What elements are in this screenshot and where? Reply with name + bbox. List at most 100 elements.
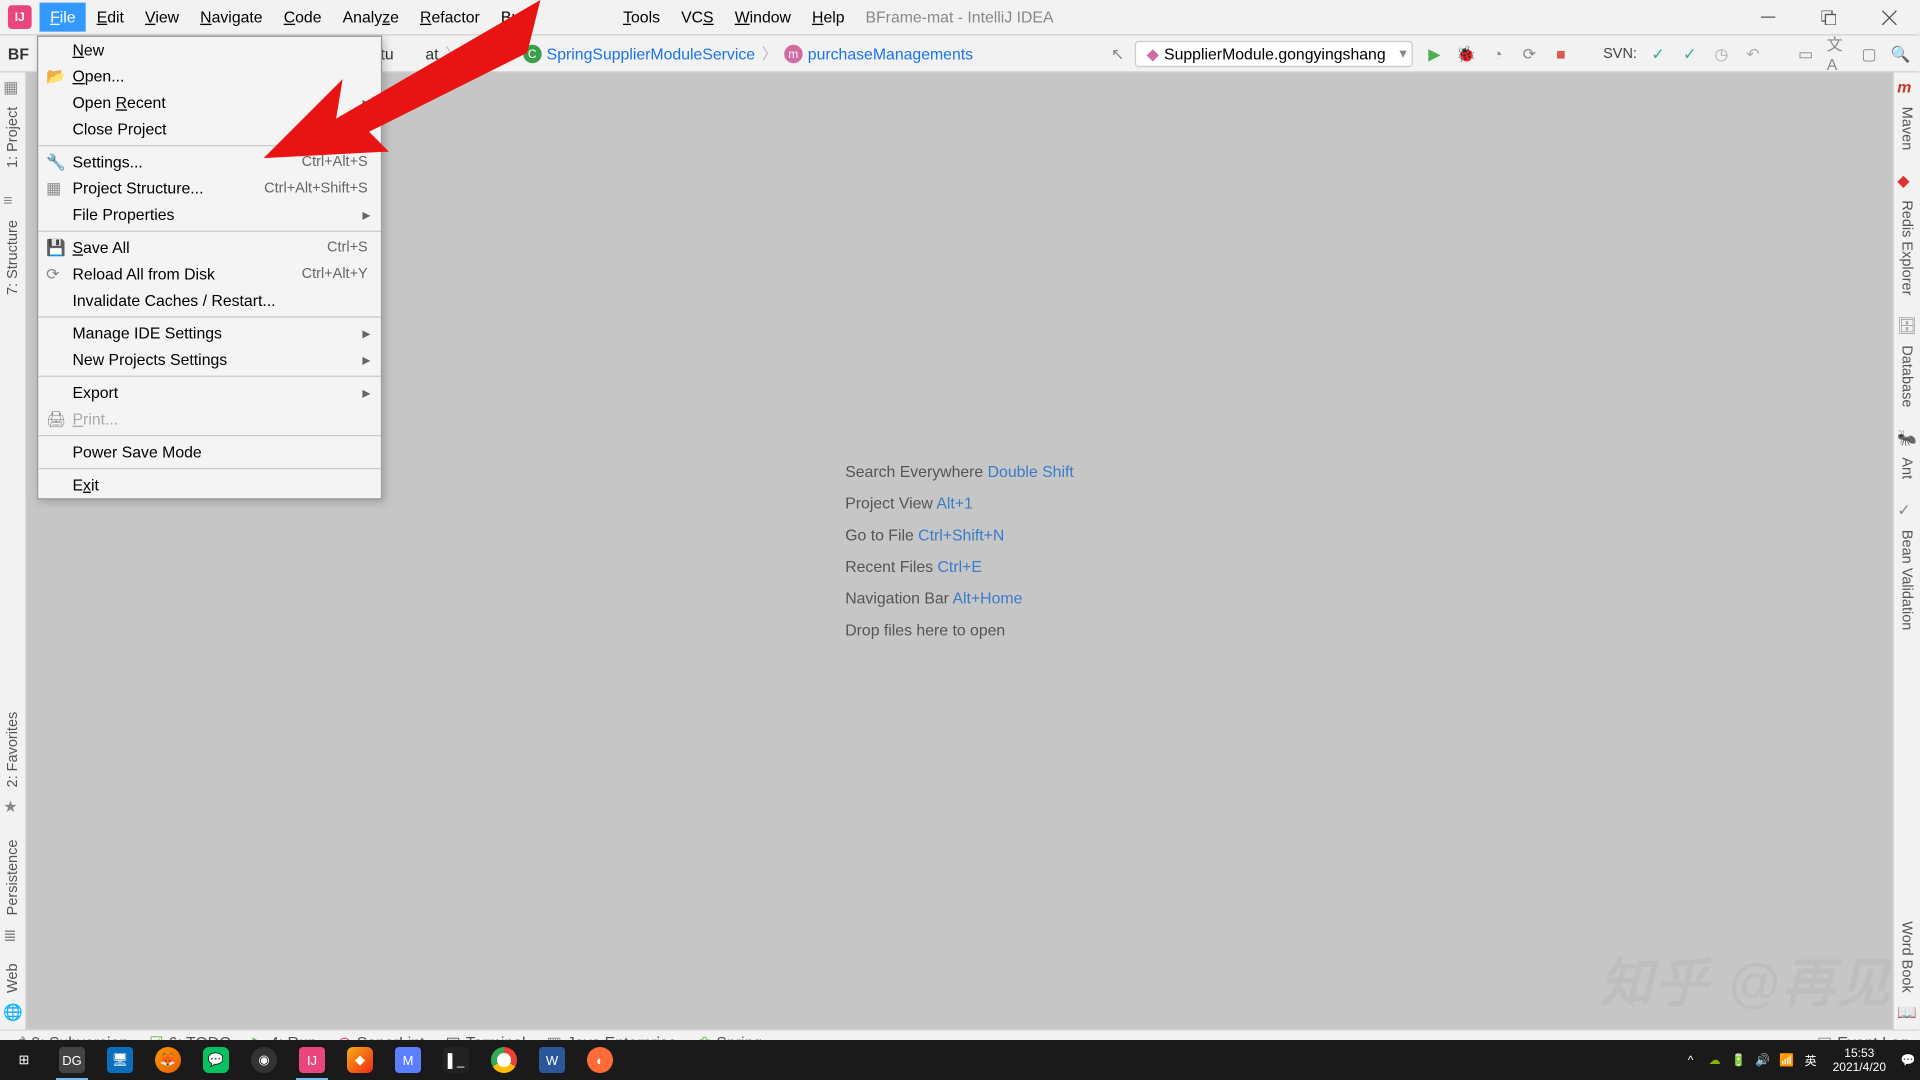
tool-web[interactable]: Web	[5, 963, 21, 993]
save-icon: 💾	[46, 239, 64, 257]
menu-analyze[interactable]: Analyze	[332, 3, 409, 32]
menu-refactor[interactable]: Refactor	[409, 3, 490, 32]
revert-icon[interactable]: ↶	[1742, 43, 1763, 64]
file-menu-exit[interactable]: Exit	[38, 472, 381, 498]
menu-file[interactable]: File	[40, 3, 87, 32]
reload-icon: ⟳	[46, 265, 64, 283]
taskbar-app3[interactable]: M	[384, 1040, 432, 1080]
menu-edit[interactable]: Edit	[86, 3, 134, 32]
profile-icon[interactable]: ⟳	[1519, 43, 1540, 64]
file-menu-file-properties[interactable]: File Properties▸	[38, 202, 381, 228]
taskbar-desktop[interactable]: 🖥	[96, 1040, 144, 1080]
back-icon[interactable]: ↖	[1111, 44, 1124, 62]
ant-icon[interactable]: 🐜	[1897, 429, 1915, 447]
tool-structure[interactable]: 7: Structure	[5, 221, 21, 296]
close-button[interactable]	[1858, 0, 1919, 35]
tray-ime[interactable]: 英	[1799, 1052, 1823, 1069]
file-menu-manage-ide-settings[interactable]: Manage IDE Settings▸	[38, 320, 381, 346]
taskbar-clock[interactable]: 15:53 2021/4/20	[1823, 1046, 1896, 1075]
tool-ant[interactable]: Ant	[1899, 458, 1915, 480]
breadcrumb-dao[interactable]: dao	[468, 44, 494, 62]
tray-battery[interactable]: 🔋	[1727, 1053, 1751, 1067]
run-icon[interactable]: ▶	[1424, 43, 1445, 64]
file-menu-close-project[interactable]: Close Project	[38, 116, 381, 142]
file-menu-export[interactable]: Export▸	[38, 380, 381, 406]
print-icon: 🖨	[46, 410, 64, 428]
menu-view[interactable]: View	[135, 3, 190, 32]
tool-database[interactable]: Database	[1899, 346, 1915, 408]
file-menu-new[interactable]: New	[38, 37, 381, 63]
tool-bean-validation[interactable]: Bean Validation	[1899, 530, 1915, 630]
taskbar-app1[interactable]: ◉	[240, 1040, 288, 1080]
database-icon[interactable]: 🗄	[1897, 317, 1915, 335]
tool-favorites[interactable]: 2: Favorites	[5, 711, 21, 787]
app-icon: IJ	[8, 5, 32, 29]
file-menu-reload-all-from-disk[interactable]: ⟳Reload All from DiskCtrl+Alt+Y	[38, 261, 381, 287]
stop-icon[interactable]: ■	[1550, 43, 1571, 64]
maximize-button[interactable]	[1798, 0, 1859, 35]
taskbar-datagrip[interactable]: DG	[48, 1040, 96, 1080]
taskbar-postman[interactable]: ◐	[576, 1040, 624, 1080]
bean-icon[interactable]: ✓	[1897, 501, 1915, 519]
taskbar-word[interactable]: W	[528, 1040, 576, 1080]
minimize-button[interactable]	[1737, 0, 1798, 35]
tray-volume[interactable]: 🔊	[1751, 1053, 1775, 1067]
taskbar-wechat[interactable]: 💬	[192, 1040, 240, 1080]
history-icon[interactable]: ◷	[1711, 43, 1732, 64]
commit-icon[interactable]: ✓	[1648, 43, 1669, 64]
file-menu-open-recent[interactable]: Open Recent▸	[38, 90, 381, 116]
breadcrumb-root[interactable]: BF	[8, 44, 29, 62]
tray-notifications[interactable]: 💬	[1896, 1053, 1920, 1067]
menu-window[interactable]: Window	[724, 3, 801, 32]
translate-icon[interactable]: 文A	[1827, 43, 1848, 64]
tray-onedrive[interactable]: ☁	[1703, 1053, 1727, 1067]
search-icon[interactable]: 🔍	[1890, 43, 1911, 64]
tray-wifi[interactable]: 📶	[1775, 1053, 1799, 1067]
wrench-icon: 🔧	[46, 153, 64, 171]
right-tool-stripe: m Maven ◆ Redis Explorer 🗄 Database 🐜 An…	[1893, 72, 1919, 1029]
menu-build[interactable]: Build	[490, 3, 546, 32]
file-menu-project-structure[interactable]: ▦Project Structure...Ctrl+Alt+Shift+S	[38, 175, 381, 201]
taskbar-cmd[interactable]: ▌_	[432, 1040, 480, 1080]
menu-navigate[interactable]: Navigate	[190, 3, 274, 32]
run-config-selector[interactable]: ◆SupplierModule.gongyingshang	[1135, 40, 1414, 66]
menu-vcs[interactable]: VCS	[671, 3, 725, 32]
tool-redis[interactable]: Redis Explorer	[1899, 200, 1915, 295]
file-menu-invalidate-caches-restart[interactable]: Invalidate Caches / Restart...	[38, 287, 381, 313]
taskbar-chrome[interactable]	[480, 1040, 528, 1080]
left-tool-stripe: ▦ 1: Project ≡ 7: Structure 2: Favorites…	[0, 72, 26, 1029]
tray-chevron[interactable]: ^	[1679, 1053, 1703, 1067]
redis-icon[interactable]: ◆	[1897, 171, 1915, 189]
tool-wordbook[interactable]: Word Book	[1899, 921, 1915, 992]
breadcrumb-service[interactable]: SpringSupplierModuleService	[547, 44, 755, 62]
file-menu-power-save-mode[interactable]: Power Save Mode	[38, 439, 381, 465]
file-menu-print[interactable]: 🖨Print...	[38, 406, 381, 432]
book-icon: 📖	[1897, 1003, 1915, 1021]
project-icon[interactable]: ▦	[3, 78, 21, 96]
file-menu-settings[interactable]: 🔧Settings...Ctrl+Alt+S	[38, 149, 381, 175]
update-icon[interactable]: ✓	[1679, 43, 1700, 64]
debug-icon[interactable]: 🐞	[1455, 43, 1476, 64]
breadcrumb-method[interactable]: purchaseManagements	[808, 44, 973, 62]
ide-tool-icon[interactable]: ▭	[1795, 43, 1816, 64]
file-menu-save-all[interactable]: 💾Save AllCtrl+S	[38, 235, 381, 261]
taskbar-intellij[interactable]: IJ	[288, 1040, 336, 1080]
taskbar-firefox[interactable]: 🦊	[144, 1040, 192, 1080]
menu-code[interactable]: Code	[273, 3, 332, 32]
structure-icon[interactable]: ≡	[3, 192, 21, 210]
taskbar-app2[interactable]: ◆	[336, 1040, 384, 1080]
file-menu-open[interactable]: 📂Open...	[38, 63, 381, 89]
coverage-icon[interactable]: ◔	[1487, 43, 1508, 64]
menu-help[interactable]: Help	[802, 3, 856, 32]
tool-project[interactable]: 1: Project	[5, 107, 21, 168]
maven-icon[interactable]: m	[1897, 78, 1915, 96]
tool-maven[interactable]: Maven	[1899, 107, 1915, 151]
menu-tools[interactable]: Tools	[613, 3, 671, 32]
window-tool-icon[interactable]: ▢	[1858, 43, 1879, 64]
file-menu-dropdown: New📂Open...Open Recent▸Close Project 🔧Set…	[37, 36, 382, 500]
tool-persistence[interactable]: Persistence	[5, 840, 21, 916]
vcs-label: SVN:	[1603, 45, 1637, 61]
start-button[interactable]: ⊞	[0, 1040, 48, 1080]
file-menu-new-projects-settings[interactable]: New Projects Settings▸	[38, 347, 381, 373]
web-icon: 🌐	[3, 1003, 21, 1021]
